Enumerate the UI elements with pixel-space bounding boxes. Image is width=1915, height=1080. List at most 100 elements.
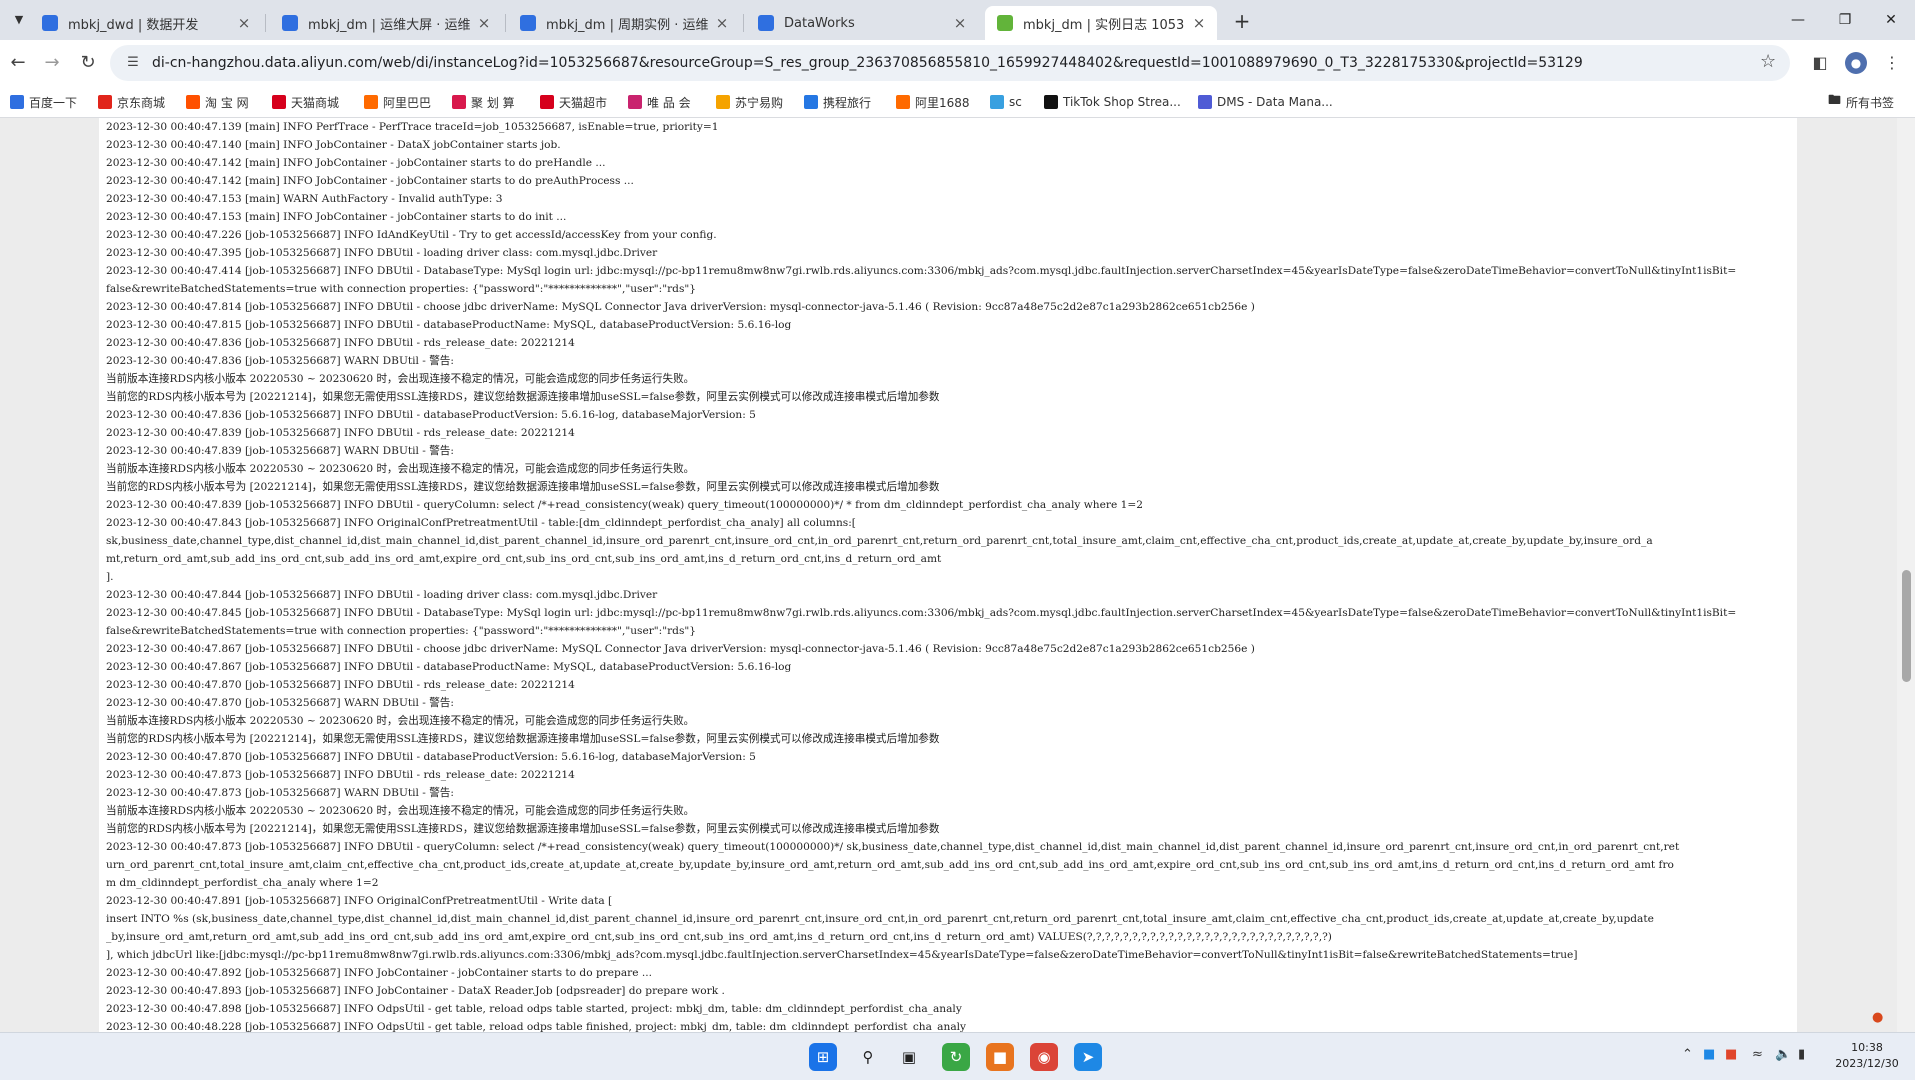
bookmark-label: 天猫商城 (291, 95, 340, 110)
forward-icon[interactable]: → (38, 49, 66, 77)
menu-kebab-icon[interactable]: ⋮ (1880, 51, 1904, 75)
tab-favicon-icon (758, 15, 774, 31)
app-orange-icon[interactable]: ■ (986, 1043, 1014, 1071)
bookmark-item[interactable]: sc (990, 92, 1022, 112)
bookmark-item[interactable]: DMS - Data Mana... (1198, 92, 1333, 112)
log-line: 2023-12-30 00:40:47.815 [job-1053256687]… (106, 319, 792, 331)
tab-title: DataWorks (784, 15, 855, 31)
log-line: 2023-12-30 00:40:47.839 [job-1053256687]… (106, 445, 454, 457)
chrome-icon[interactable]: ◉ (1030, 1043, 1058, 1071)
bookmark-item[interactable]: 携程旅行 (804, 92, 871, 112)
tab-title: mbkj_dwd | 数据开发 (68, 17, 199, 33)
app-blue-icon[interactable]: ➤ (1074, 1043, 1102, 1071)
tab-favicon-icon (997, 15, 1013, 31)
browser-tab[interactable]: DataWorks × (746, 6, 978, 40)
page-scrollbar[interactable] (1897, 118, 1915, 1032)
vip-icon (628, 95, 642, 109)
bookmark-item[interactable]: 阿里1688 (896, 92, 970, 112)
log-line: 2023-12-30 00:40:47.153 [main] WARN Auth… (106, 193, 503, 205)
tray-expand-icon[interactable]: ⌃ (1682, 1047, 1693, 1062)
browser-tab[interactable]: mbkj_dm | 运维大屏 · 运维中心 × (270, 6, 502, 40)
bookmark-label: 苏宁易购 (735, 95, 784, 110)
bookmark-item[interactable]: 阿里巴巴 (364, 92, 431, 112)
tab-title: mbkj_dm | 运维大屏 · 运维中心 (308, 17, 470, 33)
clock-date: 2023/12/30 (1835, 1057, 1899, 1070)
all-bookmarks-button[interactable]: 🖿 所有书签 (1828, 92, 1894, 112)
tmall-icon (272, 95, 286, 109)
1688-icon (896, 95, 910, 109)
minimize-icon[interactable]: — (1775, 6, 1821, 34)
log-line: 2023-12-30 00:40:47.893 [job-1053256687]… (106, 985, 725, 997)
browser-tab[interactable]: mbkj_dm | 周期实例 · 运维中心 × (508, 6, 740, 40)
tab-favicon-icon (282, 15, 298, 31)
system-clock[interactable]: 10:38 2023/12/30 (1832, 1040, 1902, 1072)
log-line: 2023-12-30 00:40:47.892 [job-1053256687]… (106, 967, 652, 979)
bookmark-label: 聚 划 算 (471, 95, 515, 110)
tab-close-icon[interactable]: × (236, 14, 252, 32)
tab-title: mbkj_dm | 实例日志 1053256687 (1023, 17, 1185, 33)
restore-icon[interactable]: ❐ (1822, 6, 1868, 34)
instance-log-panel: 2023-12-30 00:40:47.139 [main] INFO Perf… (99, 118, 1797, 1032)
bookmark-item[interactable]: 京东商城 (98, 92, 165, 112)
bookmark-label: 携程旅行 (823, 95, 872, 110)
jd-icon (98, 95, 112, 109)
task-view-icon[interactable]: ▣ (895, 1043, 923, 1071)
tiktok-icon (1044, 95, 1058, 109)
tray-ime-icon[interactable]: ■ (1725, 1047, 1737, 1062)
close-window-icon[interactable]: ✕ (1868, 6, 1914, 34)
log-line: 2023-12-30 00:40:47.139 [main] INFO Perf… (106, 121, 719, 133)
ime-floating-icon[interactable]: ● (1872, 1010, 1912, 1032)
url-text[interactable]: di-cn-hangzhou.data.aliyun.com/web/di/in… (152, 45, 1583, 81)
bookmark-item[interactable]: 淘 宝 网 (186, 92, 249, 112)
log-line: 2023-12-30 00:40:47.845 [job-1053256687]… (106, 607, 1737, 619)
bookmark-star-icon[interactable]: ☆ (1760, 51, 1776, 72)
log-line: 当前您的RDS内核小版本号为 [20221214]，如果您无需使用SSL连接RD… (106, 391, 940, 403)
bookmark-item[interactable]: 百度一下 (10, 92, 77, 112)
sc-icon (990, 95, 1004, 109)
start-menu-icon[interactable]: ⊞ (809, 1043, 837, 1071)
site-info-icon[interactable]: ☰ (124, 54, 142, 72)
reload-icon[interactable]: ↻ (74, 49, 102, 77)
sidebar-icon[interactable]: ◧ (1808, 51, 1832, 75)
tray-app-icon[interactable]: ■ (1703, 1047, 1715, 1062)
log-line: insert INTO %s (sk,business_date,channel… (106, 913, 1654, 925)
back-icon[interactable]: ← (4, 49, 32, 77)
battery-icon[interactable]: ▮ (1798, 1047, 1805, 1062)
tab-title: mbkj_dm | 周期实例 · 运维中心 (546, 17, 708, 33)
log-line: 2023-12-30 00:40:47.140 [main] INFO JobC… (106, 139, 561, 151)
bookmark-item[interactable]: 天猫超市 (540, 92, 607, 112)
log-line: m dm_cldinndept_perfordist_cha_analy whe… (106, 877, 379, 889)
tab-close-icon[interactable]: × (476, 14, 492, 32)
address-bar[interactable]: ☰ di-cn-hangzhou.data.aliyun.com/web/di/… (110, 45, 1790, 81)
tab-close-icon[interactable]: × (1191, 14, 1207, 32)
browser-tab[interactable]: mbkj_dm | 实例日志 1053256687 × (985, 6, 1217, 40)
log-line: 2023-12-30 00:40:47.836 [job-1053256687]… (106, 355, 454, 367)
log-line: 2023-12-30 00:40:47.395 [job-1053256687]… (106, 247, 658, 259)
tab-search-icon[interactable]: ▼ (8, 10, 30, 30)
tab-close-icon[interactable]: × (952, 14, 968, 32)
new-tab-button[interactable]: + (1228, 8, 1256, 34)
alibaba-icon (364, 95, 378, 109)
bookmark-item[interactable]: TikTok Shop Strea... (1044, 92, 1181, 112)
all-bookmarks-label: 所有书签 (1846, 95, 1895, 110)
bookmark-item[interactable]: 苏宁易购 (716, 92, 783, 112)
search-icon[interactable]: ⚲ (854, 1043, 882, 1071)
log-line: 当前您的RDS内核小版本号为 [20221214]，如果您无需使用SSL连接RD… (106, 823, 940, 835)
log-line: 2023-12-30 00:40:47.814 [job-1053256687]… (106, 301, 1255, 313)
volume-icon[interactable]: 🔈 (1775, 1047, 1791, 1062)
log-line: 当前您的RDS内核小版本号为 [20221214]，如果您无需使用SSL连接RD… (106, 733, 940, 745)
bookmark-item[interactable]: 天猫商城 (272, 92, 339, 112)
scrollbar-thumb[interactable] (1902, 570, 1911, 682)
tab-close-icon[interactable]: × (714, 14, 730, 32)
browser-tab-strip: ▼ mbkj_dwd | 数据开发 × mbkj_dm | 运维大屏 · 运维中心 ×… (0, 0, 1915, 40)
wifi-icon[interactable]: ≈ (1752, 1047, 1763, 1062)
profile-avatar-icon[interactable]: ● (1845, 52, 1867, 74)
log-line: urn_ord_parenrt_cnt,total_insure_amt,cla… (106, 859, 1674, 871)
log-line: 2023-12-30 00:40:47.414 [job-1053256687]… (106, 265, 1737, 277)
bookmark-item[interactable]: 唯 品 会 (628, 92, 691, 112)
app-green-icon[interactable]: ↻ (942, 1043, 970, 1071)
browser-toolbar: ← → ↻ ☰ di-cn-hangzhou.data.aliyun.com/w… (0, 40, 1915, 86)
log-line: 2023-12-30 00:40:47.142 [main] INFO JobC… (106, 175, 634, 187)
browser-tab[interactable]: mbkj_dwd | 数据开发 × (30, 6, 262, 40)
bookmark-item[interactable]: 聚 划 算 (452, 92, 515, 112)
